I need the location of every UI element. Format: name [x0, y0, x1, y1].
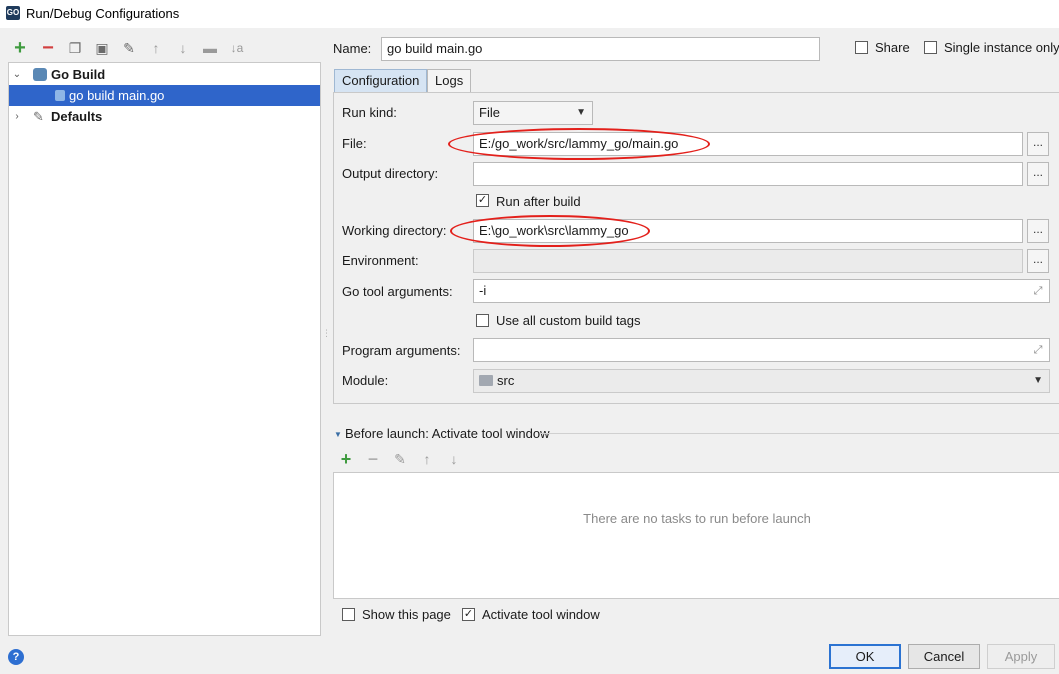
remove-icon[interactable]: − — [38, 38, 58, 58]
window-title: Run/Debug Configurations — [26, 6, 180, 21]
module-label: Module: — [342, 373, 389, 388]
folder-icon[interactable]: ▬ — [200, 38, 220, 58]
tree-item-defaults[interactable]: › ✎ Defaults — [9, 106, 320, 127]
program-arguments-field[interactable]: ⤢ — [473, 338, 1050, 362]
go-tool-arguments-value: -i — [479, 283, 487, 298]
module-value: src — [497, 373, 515, 388]
go-tool-arguments-label: Go tool arguments: — [342, 284, 453, 299]
environment-browse-button[interactable]: ... — [1027, 249, 1049, 273]
custom-build-tags-checkbox[interactable] — [476, 314, 489, 327]
wrench-icon: ✎ — [33, 109, 44, 124]
name-label: Name: — [333, 41, 372, 56]
expand-icon[interactable]: ⤢ — [1031, 343, 1045, 357]
name-field[interactable]: go build main.go — [381, 37, 820, 61]
cancel-button[interactable]: Cancel — [908, 644, 980, 669]
configuration-tree: ⌄ Go Build go build main.go › ✎ Defaults — [8, 62, 321, 636]
before-launch-task-list[interactable]: There are no tasks to run before launch — [333, 472, 1059, 599]
move-down-icon[interactable]: ↓ — [173, 38, 193, 58]
working-directory-label: Working directory: — [342, 223, 447, 238]
tree-item-label: Go Build — [51, 67, 106, 82]
apply-button[interactable]: Apply — [987, 644, 1055, 669]
chevron-down-icon: ▼ — [1033, 375, 1043, 386]
add-icon[interactable]: + — [337, 450, 355, 468]
splitter-handle[interactable]: ⋮ — [322, 329, 331, 344]
tree-item-label: go build main.go — [69, 88, 165, 103]
tab-logs[interactable]: Logs — [427, 69, 472, 93]
save-icon[interactable]: ▣ — [92, 38, 112, 58]
tree-item-go-build[interactable]: ⌄ Go Build — [9, 64, 320, 85]
empty-tasks-text: There are no tasks to run before launch — [583, 511, 811, 526]
go-build-icon — [33, 68, 47, 81]
program-arguments-label: Program arguments: — [342, 343, 461, 358]
environment-label: Environment: — [342, 253, 419, 268]
module-folder-icon — [479, 375, 493, 386]
working-directory-browse-button[interactable]: ... — [1027, 219, 1049, 243]
custom-build-tags-label: Use all custom build tags — [496, 313, 641, 328]
sort-icon[interactable]: ↓a — [227, 38, 247, 58]
annotation-circle-working-dir — [450, 215, 650, 247]
title-bar: GO Run/Debug Configurations — [0, 0, 1059, 28]
chevron-down-icon[interactable]: ⌄ — [11, 64, 23, 85]
tree-item-label: Defaults — [51, 109, 103, 124]
edit-icon[interactable]: ✎ — [391, 451, 409, 467]
tree-item-go-build-main[interactable]: go build main.go — [9, 85, 320, 106]
module-select[interactable]: src ▼ — [473, 369, 1050, 393]
before-launch-title: Before launch: Activate tool window — [345, 426, 550, 441]
chevron-down-icon: ▼ — [576, 107, 586, 118]
edit-defaults-icon[interactable]: ✎ — [119, 38, 139, 58]
run-kind-value: File — [479, 105, 500, 120]
share-label: Share — [875, 40, 910, 55]
file-browse-button[interactable]: ... — [1027, 132, 1049, 156]
go-tool-arguments-field[interactable]: -i ⤢ — [473, 279, 1050, 303]
share-checkbox[interactable] — [855, 41, 868, 54]
remove-icon[interactable]: − — [364, 450, 382, 468]
show-this-page-checkbox[interactable] — [342, 608, 355, 621]
activate-tool-window-checkbox[interactable]: ✓ — [462, 608, 475, 621]
section-divider — [540, 433, 1059, 434]
move-up-icon[interactable]: ↑ — [146, 38, 166, 58]
move-up-icon[interactable]: ↑ — [418, 451, 436, 467]
single-instance-label: Single instance only — [944, 40, 1059, 55]
goland-app-icon: GO — [6, 6, 20, 20]
help-icon[interactable]: ? — [8, 649, 24, 665]
file-label: File: — [342, 136, 367, 151]
collapse-arrow-icon[interactable]: ▼ — [334, 430, 342, 439]
run-after-build-label: Run after build — [496, 194, 581, 209]
single-instance-checkbox[interactable] — [924, 41, 937, 54]
run-kind-label: Run kind: — [342, 105, 397, 120]
copy-icon[interactable]: ❐ — [65, 38, 85, 58]
expand-icon[interactable]: ⤢ — [1031, 284, 1045, 298]
output-directory-label: Output directory: — [342, 166, 439, 181]
output-directory-field[interactable] — [473, 162, 1023, 186]
run-kind-select[interactable]: File ▼ — [473, 101, 593, 125]
add-icon[interactable]: + — [10, 38, 30, 58]
show-this-page-label: Show this page — [362, 607, 451, 622]
go-file-icon — [55, 90, 65, 101]
environment-field[interactable] — [473, 249, 1023, 273]
move-down-icon[interactable]: ↓ — [445, 451, 463, 467]
activate-tool-window-label: Activate tool window — [482, 607, 600, 622]
ok-button[interactable]: OK — [829, 644, 901, 669]
tab-configuration[interactable]: Configuration — [334, 69, 428, 93]
chevron-right-icon[interactable]: › — [11, 106, 23, 127]
run-after-build-checkbox[interactable]: ✓ — [476, 194, 489, 207]
annotation-circle-file — [448, 128, 710, 160]
output-directory-browse-button[interactable]: ... — [1027, 162, 1049, 186]
